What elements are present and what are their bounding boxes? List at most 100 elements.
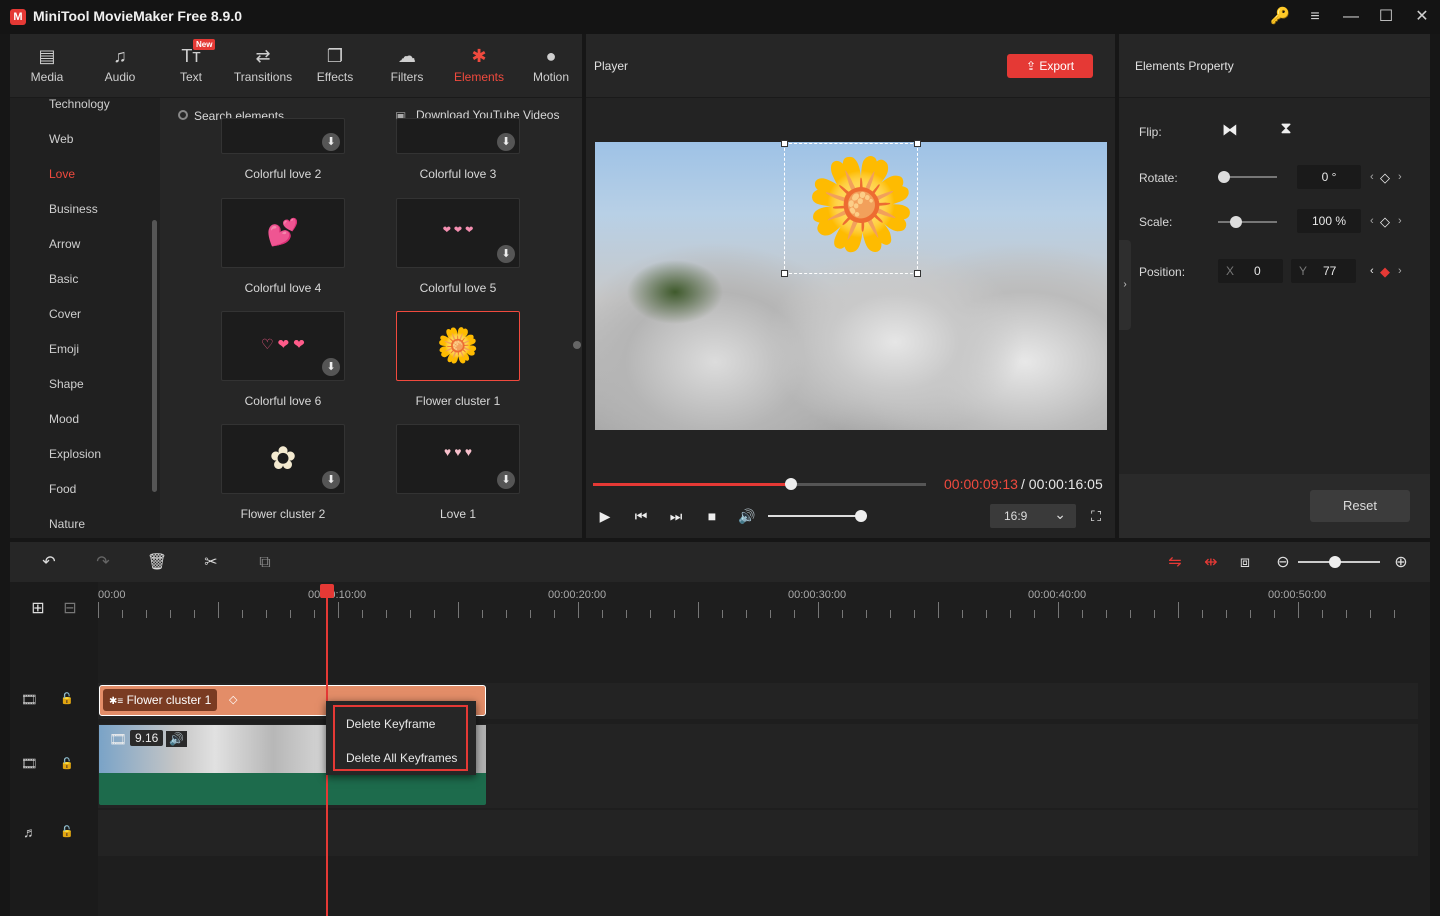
tab-transitions[interactable]: ⇄ Transitions <box>227 34 299 98</box>
position-y-field[interactable]: Y 77 <box>1291 259 1356 283</box>
category-scrollbar[interactable] <box>152 220 157 492</box>
position-x-field[interactable]: X0 <box>1218 259 1283 283</box>
category-web[interactable]: Web <box>49 132 73 146</box>
volume-handle[interactable] <box>855 510 867 522</box>
category-explosion[interactable]: Explosion <box>49 447 101 461</box>
category-cover[interactable]: Cover <box>49 307 81 321</box>
export-button[interactable]: ⇪ Export <box>1007 54 1093 78</box>
add-keyframe-icon[interactable]: ◇ <box>1380 170 1390 186</box>
download-icon[interactable]: ⬇ <box>497 245 515 263</box>
element-thumb-colorful-love-6[interactable]: ♡ ❤ ❤ ⬇ <box>221 311 345 381</box>
audio-detach-icon[interactable]: ⇋ <box>1164 552 1186 574</box>
element-selection-box[interactable] <box>781 140 921 277</box>
element-thumb-love-1[interactable]: ♥ ♥ ♥ ⬇ <box>396 424 520 494</box>
add-track-icon[interactable]: ⊞ <box>27 598 49 620</box>
lock-icon[interactable]: 🔓 <box>60 825 74 838</box>
resize-handle[interactable] <box>914 270 921 277</box>
delete-icon[interactable]: 🗑 <box>146 552 168 574</box>
volume-icon[interactable]: 🔊 <box>737 506 757 526</box>
panel-resize-handle[interactable] <box>573 341 581 349</box>
tab-effects[interactable]: ❐ Effects <box>299 34 371 98</box>
split-icon[interactable]: ✂ <box>200 552 222 574</box>
volume-icon[interactable]: 🔊 <box>166 731 187 747</box>
minimize-button[interactable]: — <box>1340 6 1362 28</box>
tab-text[interactable]: Tт Text <box>155 34 227 98</box>
time-ruler[interactable] <box>98 582 1419 622</box>
category-nature[interactable]: Nature <box>49 517 85 531</box>
playhead-handle[interactable] <box>320 584 334 598</box>
delete-keyframe-item[interactable]: Delete Keyframe <box>346 717 435 731</box>
tab-media[interactable]: ▤ Media <box>11 34 83 98</box>
flip-horizontal-icon[interactable]: ⧓ <box>1218 120 1242 142</box>
delete-all-keyframes-item[interactable]: Delete All Keyframes <box>346 751 457 765</box>
lock-icon[interactable]: 🔓 <box>60 757 74 770</box>
next-keyframe-icon[interactable]: › <box>1398 265 1402 277</box>
element-thumb-colorful-love-3[interactable]: ⬇ <box>396 118 520 154</box>
collapse-panel-tab[interactable]: › <box>1119 240 1131 330</box>
download-icon[interactable]: ⬇ <box>322 471 340 489</box>
category-mood[interactable]: Mood <box>49 412 79 426</box>
previous-frame-button[interactable]: ⏮ <box>631 506 651 526</box>
category-food[interactable]: Food <box>49 482 76 496</box>
zoom-in-icon[interactable]: ⊕ <box>1390 552 1412 574</box>
zoom-handle[interactable] <box>1329 556 1341 568</box>
tab-filters[interactable]: ☁ Filters <box>371 34 443 98</box>
category-love[interactable]: Love <box>49 167 75 181</box>
flip-vertical-icon[interactable]: ⧗ <box>1274 120 1298 142</box>
remove-track-icon[interactable]: ⊟ <box>59 598 81 620</box>
previous-keyframe-icon[interactable]: ‹ <box>1370 215 1374 227</box>
scale-value[interactable]: 100 % <box>1297 209 1361 233</box>
category-emoji[interactable]: Emoji <box>49 342 79 356</box>
tab-audio[interactable]: ♫ Audio <box>84 34 156 98</box>
download-icon[interactable]: ⬇ <box>497 133 515 151</box>
scale-handle[interactable] <box>1229 216 1242 228</box>
download-icon[interactable]: ⬇ <box>322 133 340 151</box>
element-thumb-flower-cluster-1[interactable]: 🌼 <box>396 311 520 381</box>
aspect-ratio-select[interactable]: 16:9 ⌄ <box>990 504 1076 528</box>
undo-icon[interactable]: ↶ <box>38 552 60 574</box>
category-technology[interactable]: Technology <box>49 98 110 111</box>
category-arrow[interactable]: Arrow <box>49 237 80 251</box>
zoom-out-icon[interactable]: ⊖ <box>1272 552 1294 574</box>
download-icon[interactable]: ⬇ <box>497 471 515 489</box>
lock-icon[interactable]: 🔓 <box>60 692 74 705</box>
add-keyframe-icon[interactable]: ◇ <box>1380 214 1390 230</box>
scale-slider[interactable] <box>1218 221 1277 223</box>
resize-handle[interactable] <box>781 140 788 147</box>
next-frame-button[interactable]: ⏭ <box>666 506 686 526</box>
progress-handle[interactable] <box>784 478 797 490</box>
element-thumb-colorful-love-2[interactable]: ⬇ <box>221 118 345 154</box>
play-button[interactable]: ▶ <box>595 506 615 526</box>
close-button[interactable]: ✕ <box>1411 6 1433 28</box>
download-icon[interactable]: ⬇ <box>322 358 340 376</box>
element-thumb-flower-cluster-2[interactable]: ✿ ⬇ <box>221 424 345 494</box>
snap-icon[interactable]: ⇹ <box>1200 552 1222 574</box>
rotate-handle[interactable] <box>1218 171 1230 183</box>
menu-icon[interactable]: ≡ <box>1304 6 1326 28</box>
element-thumb-colorful-love-4[interactable]: 💕 <box>221 198 345 268</box>
fit-timeline-icon[interactable]: ⧈ <box>1234 552 1256 574</box>
category-business[interactable]: Business <box>49 202 98 216</box>
category-shape[interactable]: Shape <box>49 377 84 391</box>
tab-motion[interactable]: ● Motion <box>515 34 587 98</box>
fullscreen-icon[interactable]: ⛶ <box>1086 506 1106 526</box>
active-keyframe-icon[interactable]: ◆ <box>1380 264 1390 280</box>
redo-icon[interactable]: ↷ <box>92 552 114 574</box>
maximize-button[interactable]: ☐ <box>1375 6 1397 28</box>
stop-button[interactable]: ■ <box>702 506 722 526</box>
element-thumb-colorful-love-5[interactable]: ❤ ❤ ❤ ⬇ <box>396 198 520 268</box>
next-keyframe-icon[interactable]: › <box>1398 171 1402 183</box>
resize-handle[interactable] <box>781 270 788 277</box>
reset-button[interactable]: Reset <box>1310 490 1410 522</box>
keyframe-marker[interactable]: ◇ <box>229 693 237 706</box>
previous-keyframe-icon[interactable]: ‹ <box>1370 265 1374 277</box>
rotate-value[interactable]: 0 ° <box>1297 165 1361 189</box>
volume-slider[interactable] <box>768 515 860 517</box>
activation-key-icon[interactable]: 🔑 <box>1269 6 1291 28</box>
resize-handle[interactable] <box>914 140 921 147</box>
crop-icon[interactable]: ⧉ <box>254 552 276 574</box>
next-keyframe-icon[interactable]: › <box>1398 215 1402 227</box>
tab-elements[interactable]: ✱ Elements <box>443 34 515 98</box>
category-basic[interactable]: Basic <box>49 272 78 286</box>
previous-keyframe-icon[interactable]: ‹ <box>1370 171 1374 183</box>
